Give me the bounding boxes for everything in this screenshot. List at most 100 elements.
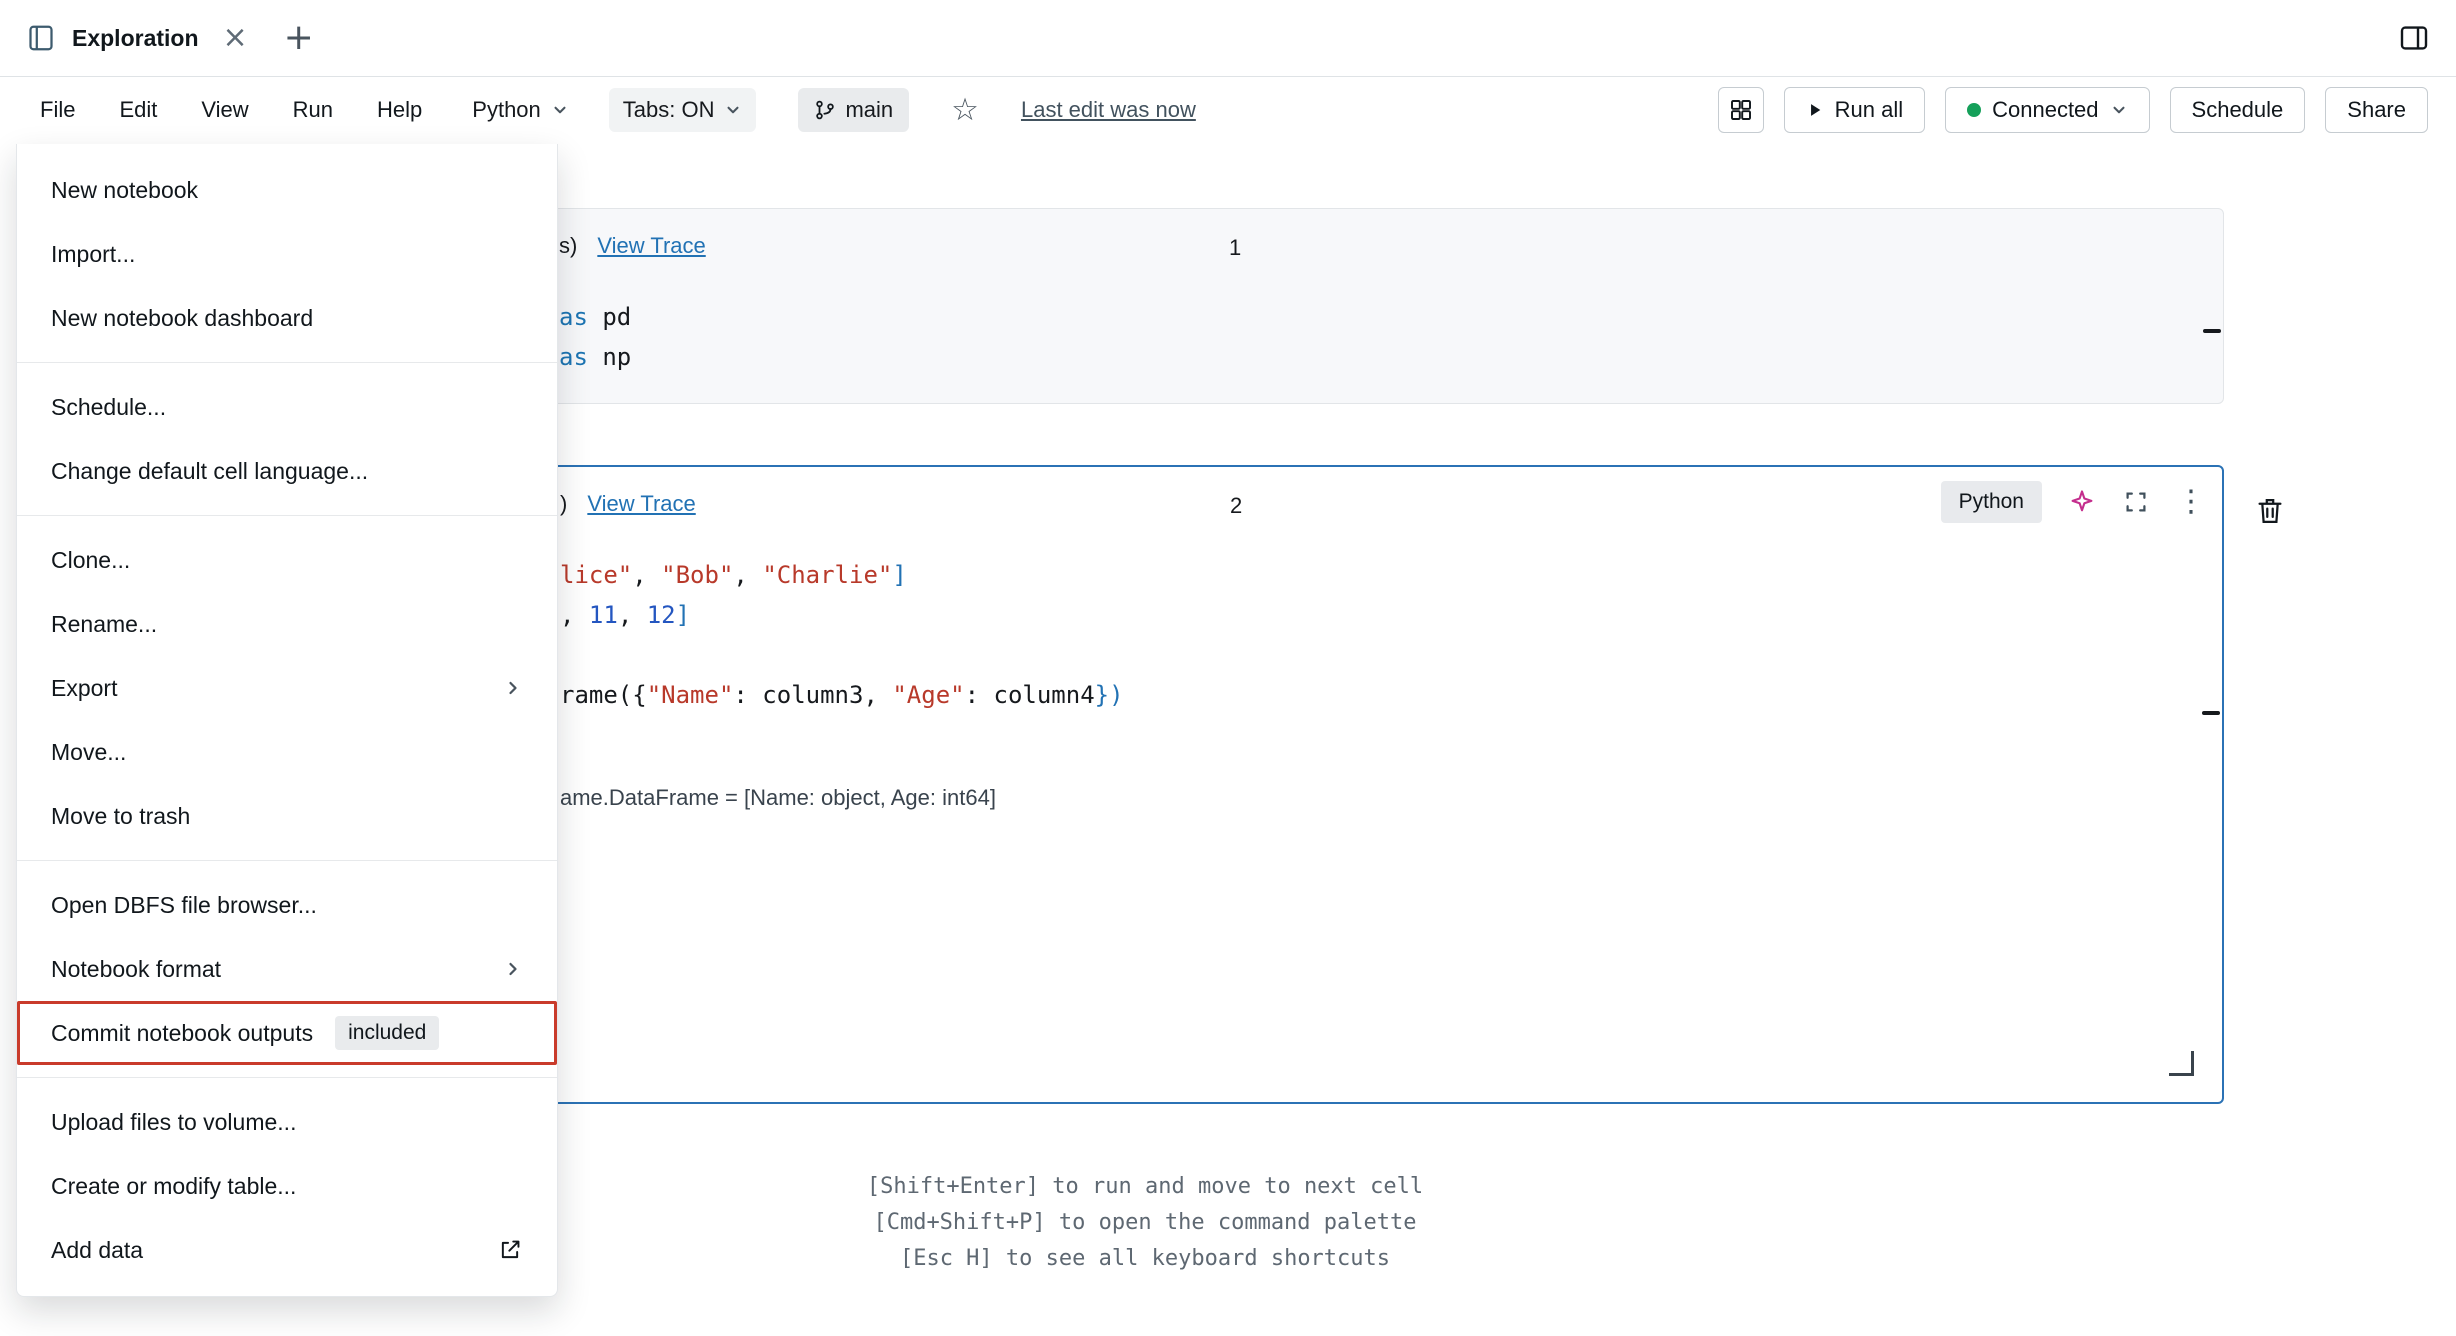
menu-item-label: New notebook dashboard: [51, 305, 313, 332]
notebook-icon: [26, 23, 56, 53]
keyboard-hint: [Cmd+Shift+P] to open the command palett…: [867, 1205, 1423, 1241]
cell-corner-resize-handle[interactable]: [2169, 1051, 2194, 1076]
menu-item-add-data[interactable]: Add data: [17, 1218, 557, 1282]
expand-cell-icon[interactable]: [2122, 488, 2150, 516]
tabs-toggle[interactable]: Tabs: ON: [609, 88, 757, 132]
keyboard-hint: [Shift+Enter] to run and move to next ce…: [867, 1169, 1423, 1205]
menu-divider: [17, 515, 557, 516]
run-all-button[interactable]: Run all: [1784, 87, 1925, 133]
tab-bar: Exploration × +: [0, 0, 2456, 77]
run-all-label: Run all: [1835, 97, 1903, 123]
code-line: as np: [559, 337, 631, 377]
menu-item-clone[interactable]: Clone...: [17, 528, 557, 592]
new-tab-button[interactable]: +: [278, 19, 320, 57]
cell-header: ) View Trace: [560, 491, 696, 517]
submenu-chevron-icon: [503, 678, 523, 698]
menu-item-upload-files-to-volume[interactable]: Upload files to volume...: [17, 1090, 557, 1154]
menu-item-new-notebook-dashboard[interactable]: New notebook dashboard: [17, 286, 557, 350]
cell-duration-text: ): [560, 491, 567, 517]
code-line: , 11, 12]: [560, 595, 1124, 635]
git-branch-icon: [814, 99, 836, 121]
menu-item-open-dbfs-file-browser[interactable]: Open DBFS file browser...: [17, 873, 557, 937]
notebook-toolbar: File Edit View Run Help Python Tabs: ON main…: [0, 76, 2456, 144]
menu-item-new-notebook[interactable]: New notebook: [17, 158, 557, 222]
code-line: lice", "Bob", "Charlie"]: [560, 555, 1124, 595]
menu-item-label: Export: [51, 675, 117, 702]
keyboard-hints: [Shift+Enter] to run and move to next ce…: [867, 1169, 1423, 1277]
cell-duration-text: s): [559, 233, 577, 259]
menu-view[interactable]: View: [201, 97, 248, 123]
chevron-down-icon: [551, 101, 569, 119]
favorite-star-icon[interactable]: ☆: [951, 95, 979, 126]
notebook-cell-2[interactable]: ) View Trace 2 Python ⋮ lice", "Bob", "C…: [500, 465, 2224, 1104]
menu-item-change-default-cell-language[interactable]: Change default cell language...: [17, 439, 557, 503]
share-button[interactable]: Share: [2325, 87, 2428, 133]
view-layout-button[interactable]: [1718, 87, 1764, 133]
right-panel-toggle-icon[interactable]: [2398, 22, 2430, 54]
branch-name: main: [845, 97, 893, 123]
file-menu: New notebook Import... New notebook dashbo…: [16, 144, 558, 1297]
trash-icon: [2254, 495, 2286, 527]
code-line: [560, 635, 1124, 675]
assistant-sparkle-icon[interactable]: [2068, 488, 2096, 516]
menu-item-label: Import...: [51, 241, 135, 268]
menu-item-move[interactable]: Move...: [17, 720, 557, 784]
included-badge: included: [335, 1016, 439, 1050]
play-icon: [1806, 101, 1824, 119]
menu-item-notebook-format[interactable]: Notebook format: [17, 937, 557, 1001]
toolbar-right: Run all Connected Schedule Share: [1718, 87, 2428, 133]
menu-item-label: Add data: [51, 1237, 143, 1264]
menu-item-label: Schedule...: [51, 394, 166, 421]
keyboard-hint: [Esc H] to see all keyboard shortcuts: [867, 1241, 1423, 1277]
cell-resize-handle[interactable]: [2203, 329, 2221, 333]
menu-item-import[interactable]: Import...: [17, 222, 557, 286]
last-edit-link[interactable]: Last edit was now: [1021, 97, 1196, 123]
menu-item-label: Open DBFS file browser...: [51, 892, 317, 919]
tab-title: Exploration: [72, 25, 199, 52]
branch-badge[interactable]: main: [798, 88, 909, 132]
view-trace-link[interactable]: View Trace: [597, 233, 705, 259]
menu-item-create-or-modify-table[interactable]: Create or modify table...: [17, 1154, 557, 1218]
menu-item-label: Clone...: [51, 547, 130, 574]
cell-language-chip[interactable]: Python: [1941, 481, 2042, 523]
menu-item-rename[interactable]: Rename...: [17, 592, 557, 656]
cell-kebab-menu-icon[interactable]: ⋮: [2176, 487, 2206, 517]
menu-file[interactable]: File: [40, 97, 75, 123]
tab-exploration[interactable]: Exploration ×: [0, 0, 258, 76]
menu-divider: [17, 362, 557, 363]
menu-item-commit-notebook-outputs[interactable]: Commit notebook outputsincluded: [17, 1001, 557, 1065]
menu-item-move-to-trash[interactable]: Move to trash: [17, 784, 557, 848]
menu-item-label: Change default cell language...: [51, 458, 368, 485]
menu-help[interactable]: Help: [377, 97, 422, 123]
menu-item-label: Upload files to volume...: [51, 1109, 296, 1136]
code-line: rame({"Name": column3, "Age": column4}): [560, 675, 1124, 715]
code-editor[interactable]: as pdas np: [559, 297, 631, 377]
cell-header: s) View Trace: [559, 233, 706, 259]
menu-item-export[interactable]: Export: [17, 656, 557, 720]
menu-divider: [17, 860, 557, 861]
menubar: File Edit View Run Help: [40, 97, 422, 123]
menu-run[interactable]: Run: [293, 97, 333, 123]
code-editor[interactable]: lice", "Bob", "Charlie"], 11, 12] rame({…: [560, 555, 1124, 715]
menu-item-label: Notebook format: [51, 956, 221, 983]
close-tab-icon[interactable]: ×: [223, 23, 248, 53]
cell-controls: Python ⋮: [1941, 481, 2206, 523]
menu-item-label: Move to trash: [51, 803, 190, 830]
chevron-down-icon: [724, 101, 742, 119]
submenu-chevron-icon: [503, 959, 523, 979]
view-trace-link[interactable]: View Trace: [587, 491, 695, 517]
menu-item-label: Move...: [51, 739, 126, 766]
execution-count: 2: [1230, 493, 1242, 519]
menu-edit[interactable]: Edit: [119, 97, 157, 123]
schedule-button[interactable]: Schedule: [2170, 87, 2306, 133]
cell-output: ame.DataFrame = [Name: object, Age: int6…: [560, 785, 996, 811]
delete-cell-button[interactable]: [2248, 494, 2292, 528]
language-selector[interactable]: Python: [472, 97, 569, 123]
cell-resize-handle[interactable]: [2202, 711, 2220, 715]
notebook-cell-1[interactable]: s) View Trace 1 as pdas np: [500, 208, 2224, 404]
tabs-toggle-label: Tabs: ON: [623, 97, 715, 123]
connected-button[interactable]: Connected: [1945, 87, 2149, 133]
menu-item-label: Create or modify table...: [51, 1173, 296, 1200]
execution-count: 1: [1229, 235, 1241, 261]
menu-item-schedule[interactable]: Schedule...: [17, 375, 557, 439]
